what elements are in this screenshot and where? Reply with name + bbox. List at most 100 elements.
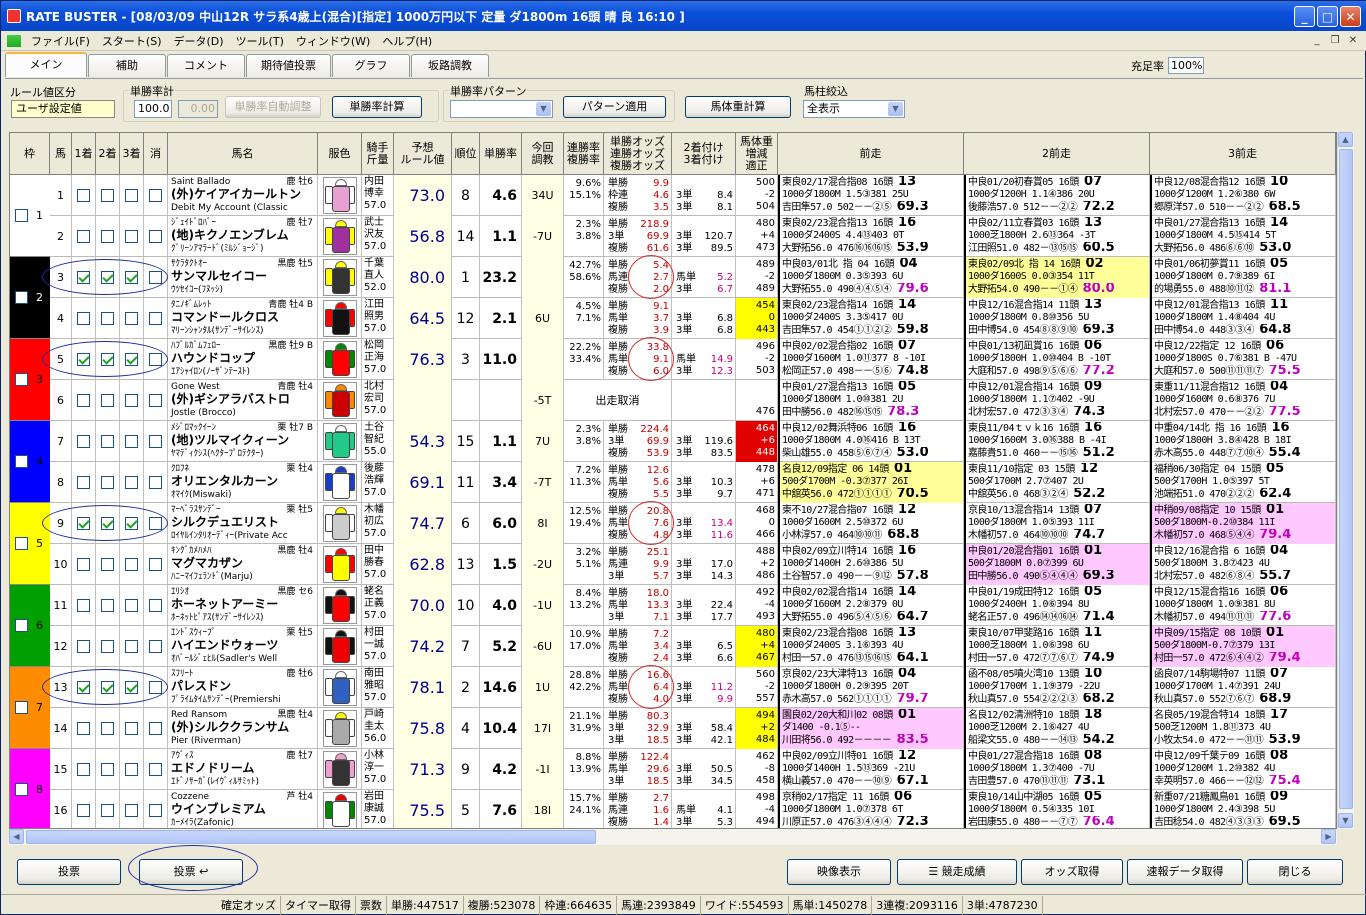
tab-assist[interactable]: 補助: [88, 54, 166, 77]
first-checkbox[interactable]: [77, 230, 90, 243]
prev-race-2[interactable]: 中良12/01混合指14 16頭 09 1000ダ1800M 1.1⑦402 -9…: [964, 380, 1150, 421]
delete-checkbox[interactable]: [149, 312, 162, 325]
prev-race-2[interactable]: 中良01/27混合指18 16頭 08 1000ダ1800M 1.3⑦400 -7…: [964, 749, 1150, 790]
header-prev1[interactable]: 前走: [778, 133, 964, 175]
tab-comment[interactable]: コメント: [167, 54, 245, 77]
prev-race-1[interactable]: 京稍02/17指定 11 16頭 06 1000ダ1800M 1.0⑦378 6T…: [778, 790, 964, 828]
vote-ipat-button[interactable]: 投票 ↩: [139, 859, 243, 885]
waku-checkbox[interactable]: [15, 291, 28, 304]
horse-name-cell[interactable]: ｴﾘｼｵ 黒鹿 セ6 ホーネットアーミー ﾎｰﾈｯﾄﾋﾟｱｽ(ｻﾝﾃﾞｰｻｲﾚﾝｽ): [168, 585, 318, 626]
third-checkbox[interactable]: [125, 312, 138, 325]
scroll-right-icon[interactable]: ▶: [1321, 829, 1336, 844]
delete-checkbox[interactable]: [149, 763, 162, 776]
header-place-rate[interactable]: 連勝率 複勝率: [564, 133, 604, 175]
first-checkbox[interactable]: [77, 599, 90, 612]
horse-name-cell[interactable]: ｼﾞｪｲﾄﾞﾛﾊﾞｰ鹿 牡7 (地)キクノエンブレム ｸﾞﾘｰﾝｱﾏﾗｰﾄﾞ(ﾐﾙｼ…: [168, 216, 318, 257]
first-checkbox[interactable]: [77, 271, 90, 284]
delete-checkbox[interactable]: [149, 722, 162, 735]
horse-weight-calc-button[interactable]: 馬体重計算: [685, 96, 791, 118]
horse-name-cell[interactable]: ﾀﾆﾉｷﾞﾑﾚｯﾄ 青鹿 牡4 B コマンドールクロス ﾏﾘｰﾝｼｬﾝﾀﾙ(ｻﾝﾃﾞｰ…: [168, 298, 318, 339]
apply-pattern-button[interactable]: パターン適用: [563, 96, 666, 118]
horse-name-cell[interactable]: ｽﾌﾘｰﾄ鹿 牡6 パレスドン ﾌﾟﾗｲﾑﾀｲﾑｻﾝﾃﾞｰ(Premiershi: [168, 667, 318, 708]
second-checkbox[interactable]: [101, 681, 114, 694]
prev-race-3[interactable]: 中良09/15指定 08 10頭 01 500ダ1800M-0.7⑦379 13I…: [1150, 626, 1336, 667]
horse-name-cell[interactable]: ﾊﾌﾞﾙｶﾞﾑﾌｪﾛｰ 黒鹿 牡9 B ハウンドコップ ｴｱｼｬｲﾛﾝ(ﾉｰｻﾞﾝﾃｰ…: [168, 339, 318, 380]
prev-race-2[interactable]: 東良10/07甲斐路16 16頭 11 1000芝1800M 1.0⑥398 6U…: [964, 626, 1150, 667]
header-1st[interactable]: 1着: [72, 133, 96, 175]
prev-race-3[interactable]: 名良05/19混合特14 18頭 17 500芝1200M 1.8⑪373 4U 小…: [1150, 708, 1336, 749]
waku-checkbox[interactable]: [15, 783, 28, 796]
auto-adjust-button[interactable]: 単勝率自動調整: [225, 96, 321, 118]
menu-tools[interactable]: ツール(T): [230, 33, 290, 49]
header-training[interactable]: 今回 調教: [522, 133, 564, 175]
tab-main[interactable]: メイン: [5, 52, 87, 77]
table-row[interactable]: 15 ｱｳﾞｨｽ鹿 牡7 エドノドリーム ｴﾄﾞﾉｻｰｶﾞ(ﾚｲｳﾞｨﾙｻﾐｯﾄ) 小林…: [50, 749, 1336, 790]
first-checkbox[interactable]: [77, 763, 90, 776]
filter-select[interactable]: 全表示 ▼: [803, 100, 905, 118]
second-checkbox[interactable]: [101, 476, 114, 489]
win-rate-total-input[interactable]: 100.0: [134, 100, 172, 118]
prev-race-3[interactable]: 中良12/16混合指 6 16頭 04 500ダ1800M 3.8⑦423 4U 北…: [1150, 544, 1336, 585]
second-checkbox[interactable]: [101, 804, 114, 817]
prev-race-1[interactable]: 中良03/01北 指 04 16頭 04 1000ダ1800M 0.3⑤393 6…: [778, 257, 964, 298]
horse-name-cell[interactable]: Cozzene 芦 牡4 ウインブレミアム ｶｰﾒｲﾗ(Zafonic): [168, 790, 318, 828]
table-row[interactable]: 2 ｼﾞｪｲﾄﾞﾛﾊﾞｰ鹿 牡7 (地)キクノエンブレム ｸﾞﾘｰﾝｱﾏﾗｰﾄﾞ(ﾐﾙ…: [50, 216, 1336, 257]
scroll-thumb[interactable]: [1339, 149, 1353, 809]
table-row[interactable]: 7 ﾒｼﾞﾛﾏｯｸｲｰﾝ栗 牡7 B (地)ツルマイクィーン ﾔﾏﾃﾞｨｸｼｽ(ﾍｸﾀ…: [50, 421, 1336, 462]
table-row[interactable]: 11 ｴﾘｼｵ 黒鹿 セ6 ホーネットアーミー ﾎｰﾈｯﾄﾋﾟｱｽ(ｻﾝﾃﾞｰｻｲﾚﾝｽ…: [50, 585, 1336, 626]
second-checkbox[interactable]: [101, 558, 114, 571]
header-predicted[interactable]: 予想 ルール値: [394, 133, 452, 175]
third-checkbox[interactable]: [125, 353, 138, 366]
first-checkbox[interactable]: [77, 681, 90, 694]
menu-window[interactable]: ウィンドウ(W): [290, 33, 376, 49]
delete-checkbox[interactable]: [149, 558, 162, 571]
second-checkbox[interactable]: [101, 189, 114, 202]
first-checkbox[interactable]: [77, 558, 90, 571]
delete-checkbox[interactable]: [149, 640, 162, 653]
vertical-scrollbar[interactable]: ▲ ▼: [1337, 132, 1354, 829]
prev-race-3[interactable]: 中良12/15混合指16 16頭 06 1000ダ1800M 1.0⑨381 8U…: [1150, 585, 1336, 626]
table-row[interactable]: 4 ﾀﾆﾉｷﾞﾑﾚｯﾄ 青鹿 牡4 B コマンドールクロス ﾏﾘｰﾝｼｬﾝﾀﾙ(ｻﾝﾃﾞ…: [50, 298, 1336, 339]
delete-checkbox[interactable]: [149, 189, 162, 202]
prev-race-2[interactable]: 東良10/14山中湖05 16頭 05 1000ダ1800M 0.5④335 10…: [964, 790, 1150, 828]
menu-data[interactable]: データ(D): [168, 33, 230, 49]
prev-race-1[interactable]: 中良12/02舞浜特06 16頭 16 1000ダ1800M 4.0⑯416 B …: [778, 421, 964, 462]
prev-race-3[interactable]: 中重04/14北 指 16 16頭 16 1000ダ1800H 3.8④428 B…: [1150, 421, 1336, 462]
table-row[interactable]: 3 ｻｸﾗﾀｸﾄｵｰ 黒鹿 牡5 サンマルセイコー ｳﾂｾｲｺｰ(ﾌﾇｯｼ) 千葉 直人 …: [50, 255, 1336, 299]
waku-checkbox[interactable]: [15, 209, 28, 222]
prev-race-3[interactable]: 中良01/06初夢賞11 16頭 05 1000ダ1800M 0.7⑨389 6I…: [1150, 257, 1336, 298]
prev-race-2[interactable]: 中良01/20初春賞05 16頭 07 1000ダ1200H 1.1④386 20…: [964, 175, 1150, 216]
third-checkbox[interactable]: [125, 435, 138, 448]
delete-checkbox[interactable]: [149, 230, 162, 243]
mdi-close-icon[interactable]: ✕: [1345, 34, 1361, 48]
prev-race-1[interactable]: 中良02/09立川特14 16頭 16 1000ダ1400H 2.6⑩386 5U…: [778, 544, 964, 585]
header-2nd[interactable]: 2着: [96, 133, 120, 175]
tab-expected-vote[interactable]: 期待値投票: [246, 54, 331, 77]
first-checkbox[interactable]: [77, 394, 90, 407]
third-checkbox[interactable]: [125, 640, 138, 653]
waku-checkbox[interactable]: [15, 373, 28, 386]
tab-slope-training[interactable]: 坂路調教: [411, 54, 489, 77]
header-odds[interactable]: 単勝オッズ 連勝オッズ 複勝オッズ: [604, 133, 672, 175]
horse-name-cell[interactable]: Saint Ballado 鹿 牡6 (外)ケイアイカールトン Debit My Ac…: [168, 175, 318, 216]
scroll-down-icon[interactable]: ▼: [1338, 813, 1353, 828]
header-delete[interactable]: 消: [144, 133, 168, 175]
horse-name-cell[interactable]: Gone West 青鹿 牡4 (外)ギシアラバストロ Jostle (Brocco): [168, 380, 318, 421]
prev-race-2[interactable]: 中良01/19成田特12 16頭 05 1000ダ2400H 1.0⑥394 8U…: [964, 585, 1150, 626]
delete-checkbox[interactable]: [149, 804, 162, 817]
get-odds-button[interactable]: オッズ取得: [1021, 859, 1123, 885]
mdi-minimize-icon[interactable]: _: [1309, 34, 1325, 48]
prev-race-2[interactable]: 東良11/10指定 03 15頭 12 500ダ1700M 2.7⑦407 2U 中…: [964, 462, 1150, 503]
prev-race-1[interactable]: 東良02/23混合指08 16頭 13 1000ダ2400S 3.1⑥393 4U…: [778, 626, 964, 667]
menu-help[interactable]: ヘルプ(H): [376, 33, 438, 49]
second-checkbox[interactable]: [101, 394, 114, 407]
pattern-select[interactable]: ▼: [450, 100, 553, 118]
table-row[interactable]: 13 ｽﾌﾘｰﾄ鹿 牡6 パレスドン ﾌﾟﾗｲﾑﾀｲﾑｻﾝﾃﾞｰ(Premiershi…: [50, 665, 1336, 709]
race-results-button[interactable]: ☰ 競走成績: [897, 859, 1017, 885]
prev-race-2[interactable]: 中良12/16混合指14 11頭 13 1000ダ1800M 0.8⑩356 5U…: [964, 298, 1150, 339]
first-checkbox[interactable]: [77, 517, 90, 530]
prev-race-3[interactable]: 中良01/27混合指13 16頭 14 1000ダ1800M 4.5⑮414 5T…: [1150, 216, 1336, 257]
header-prev3[interactable]: 3前走: [1150, 133, 1336, 175]
table-row[interactable]: 12 ｴﾝﾄﾞｽｳｨｰﾌﾟ栗 牡5 ハイエンドウォーツ ｵﾊﾞｰﾙｼﾞｪﾋﾙ(Sadl…: [50, 626, 1336, 667]
second-checkbox[interactable]: [101, 599, 114, 612]
